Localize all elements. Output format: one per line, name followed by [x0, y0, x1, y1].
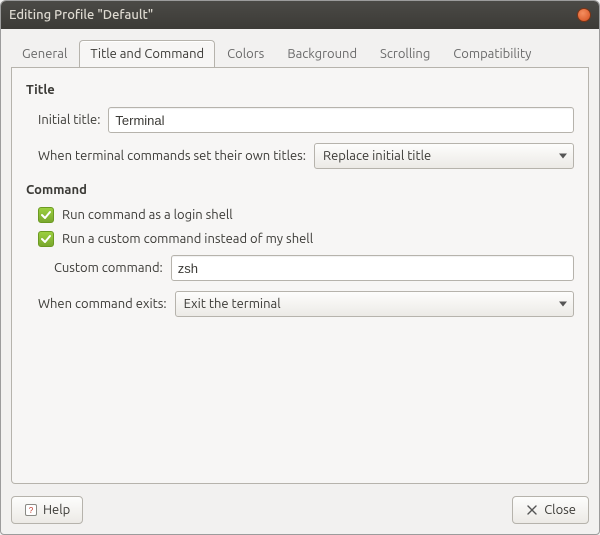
help-icon: ?	[24, 503, 38, 517]
help-button[interactable]: ? Help	[11, 496, 83, 524]
command-heading: Command	[26, 183, 574, 197]
custom-command-checkbox[interactable]	[38, 231, 54, 247]
login-shell-checkbox-row[interactable]: Run command as a login shell	[38, 207, 574, 223]
custom-command-checkbox-label: Run a custom command instead of my shell	[62, 232, 313, 246]
tab-bar: General Title and Command Colors Backgro…	[11, 40, 589, 68]
help-button-label: Help	[43, 503, 70, 517]
set-own-titles-value: Replace initial title	[323, 149, 431, 163]
when-command-exits-label: When command exits:	[38, 297, 167, 311]
svg-text:?: ?	[29, 506, 34, 515]
check-icon	[41, 234, 51, 244]
login-shell-checkbox[interactable]	[38, 207, 54, 223]
chevron-down-icon	[559, 302, 567, 307]
check-icon	[41, 210, 51, 220]
close-icon[interactable]	[577, 8, 591, 22]
content-area: General Title and Command Colors Backgro…	[1, 29, 599, 490]
titlebar: Editing Profile "Default"	[1, 1, 599, 29]
profile-editor-window: Editing Profile "Default" General Title …	[0, 0, 600, 535]
set-own-titles-row: When terminal commands set their own tit…	[38, 143, 574, 169]
when-command-exits-row: When command exits: Exit the terminal	[38, 291, 574, 317]
tab-scrolling[interactable]: Scrolling	[369, 40, 441, 67]
tab-panel: Title Initial title: When terminal comma…	[11, 67, 589, 484]
title-heading: Title	[26, 83, 574, 97]
initial-title-input[interactable]	[108, 107, 574, 133]
initial-title-label: Initial title:	[38, 113, 100, 127]
tab-compatibility[interactable]: Compatibility	[442, 40, 542, 67]
close-x-icon	[525, 503, 539, 517]
login-shell-label: Run command as a login shell	[62, 208, 233, 222]
tab-background[interactable]: Background	[276, 40, 368, 67]
set-own-titles-select[interactable]: Replace initial title	[314, 143, 574, 169]
initial-title-row: Initial title:	[38, 107, 574, 133]
tab-title-and-command[interactable]: Title and Command	[79, 40, 215, 67]
custom-command-input[interactable]	[171, 255, 574, 281]
set-own-titles-label: When terminal commands set their own tit…	[38, 149, 306, 163]
when-command-exits-select[interactable]: Exit the terminal	[175, 291, 574, 317]
tab-colors[interactable]: Colors	[216, 40, 275, 67]
chevron-down-icon	[559, 154, 567, 159]
custom-command-label: Custom command:	[54, 261, 163, 275]
close-button[interactable]: Close	[512, 496, 589, 524]
window-title: Editing Profile "Default"	[9, 8, 577, 22]
when-command-exits-value: Exit the terminal	[184, 297, 281, 311]
dialog-button-bar: ? Help Close	[1, 490, 599, 534]
close-button-label: Close	[544, 503, 576, 517]
custom-command-checkbox-row[interactable]: Run a custom command instead of my shell	[38, 231, 574, 247]
custom-command-row: Custom command:	[54, 255, 574, 281]
tab-general[interactable]: General	[11, 40, 78, 67]
